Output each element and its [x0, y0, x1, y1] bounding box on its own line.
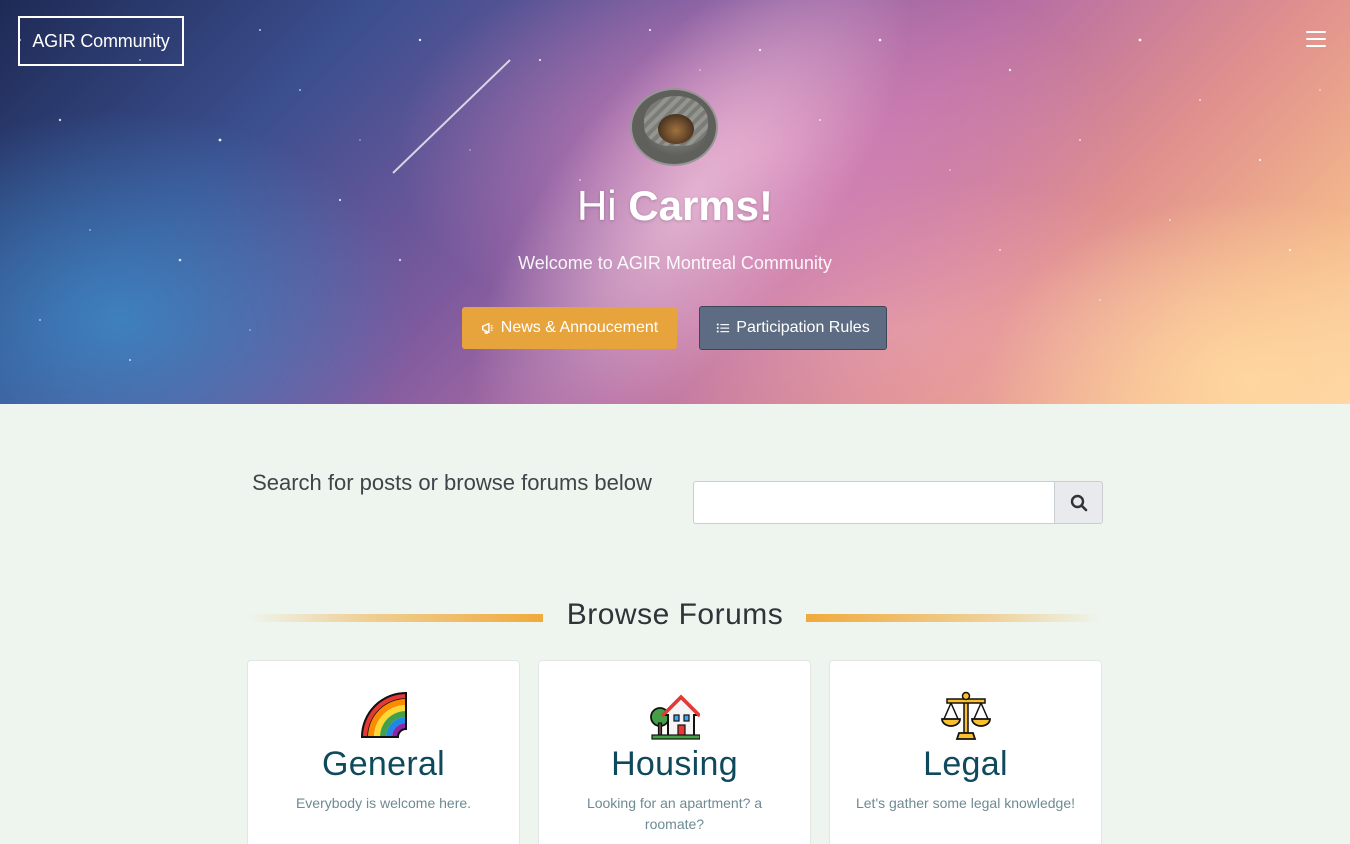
megaphone-icon [481, 322, 494, 334]
welcome-subtitle: Welcome to AGIR Montreal Community [518, 253, 832, 273]
title-divider-left [247, 614, 543, 622]
title-divider-right [806, 614, 1102, 622]
browse-forums-heading: Browse Forums [566, 598, 784, 631]
forum-card-housing[interactable]: Housing Looking for an apartment? a room… [538, 660, 811, 844]
news-announcement-button[interactable]: News & Annoucement [462, 307, 677, 349]
news-button-label: News & Annoucement [500, 319, 659, 336]
greeting-prefix: Hi [576, 182, 629, 229]
forum-title[interactable]: Housing [539, 745, 810, 784]
brand-logo-link[interactable]: AGIR Community [18, 16, 184, 66]
search-button[interactable] [1054, 481, 1103, 524]
forum-card-legal[interactable]: Legal Let's gather some legal knowledge! [829, 660, 1102, 844]
search-prompt: Search for posts or browse forums below [252, 470, 652, 495]
search-icon [1070, 494, 1087, 511]
scales-icon [940, 691, 991, 740]
user-avatar[interactable] [630, 88, 718, 166]
participation-rules-button[interactable]: Participation Rules [699, 306, 887, 350]
greeting-heading: Hi Carms! [0, 182, 1350, 230]
forum-title[interactable]: General [248, 745, 519, 784]
hero-banner: AGIR Community Hi Carms! Welcome to AGIR… [0, 0, 1350, 404]
forum-description: Looking for an apartment? a roomate? [586, 795, 763, 832]
rainbow-icon [360, 691, 407, 738]
user-name: Carms! [628, 182, 774, 229]
forum-description: Let's gather some legal knowledge! [855, 795, 1076, 811]
search-input[interactable] [693, 481, 1054, 524]
rules-button-label: Participation Rules [736, 319, 870, 336]
forum-title[interactable]: Legal [830, 745, 1101, 784]
house-icon [649, 694, 700, 740]
list-icon [717, 323, 730, 333]
hamburger-menu-icon[interactable] [1306, 31, 1326, 49]
forum-card-general[interactable]: General Everybody is welcome here. [247, 660, 520, 844]
forum-description: Everybody is welcome here. [295, 795, 472, 811]
